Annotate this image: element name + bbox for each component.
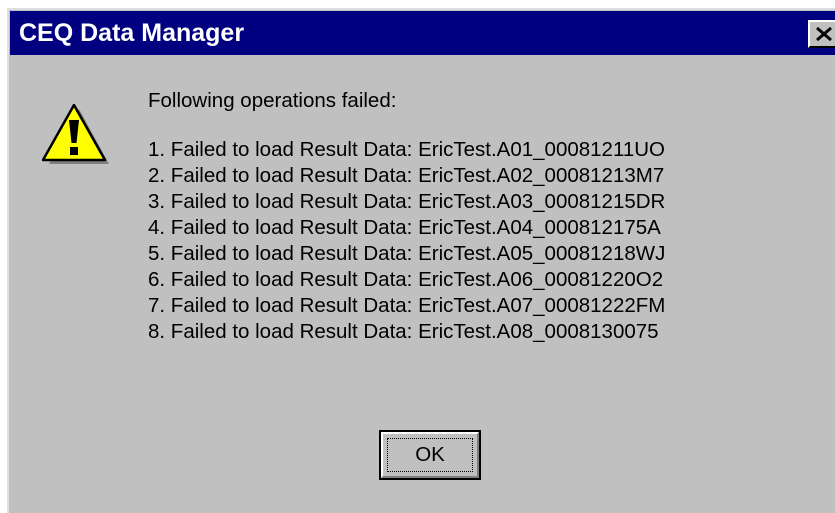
- ok-button[interactable]: OK: [379, 430, 481, 480]
- failure-item: 6. Failed to load Result Data: EricTest.…: [148, 268, 664, 291]
- failure-item: 3. Failed to load Result Data: EricTest.…: [148, 190, 666, 213]
- message-area: Following operations failed: 1. Failed t…: [148, 88, 665, 345]
- dialog-window: CEQ Data Manager Following operations fa…: [7, 8, 835, 513]
- close-button[interactable]: [808, 20, 835, 48]
- warning-icon: [42, 104, 109, 164]
- window-title: CEQ Data Manager: [19, 19, 245, 47]
- title-bar[interactable]: CEQ Data Manager: [10, 11, 835, 55]
- failure-item: 5. Failed to load Result Data: EricTest.…: [148, 242, 666, 265]
- failure-item: 7. Failed to load Result Data: EricTest.…: [148, 294, 666, 317]
- message-heading: Following operations failed:: [148, 89, 397, 112]
- failure-item: 8. Failed to load Result Data: EricTest.…: [148, 320, 659, 343]
- ok-button-label: OK: [415, 443, 445, 466]
- failure-item: 4. Failed to load Result Data: EricTest.…: [148, 216, 661, 239]
- failure-item: 2. Failed to load Result Data: EricTest.…: [148, 164, 665, 187]
- failure-list: 1. Failed to load Result Data: EricTest.…: [148, 137, 665, 345]
- failure-item: 1. Failed to load Result Data: EricTest.…: [148, 138, 665, 161]
- close-icon: [816, 26, 832, 42]
